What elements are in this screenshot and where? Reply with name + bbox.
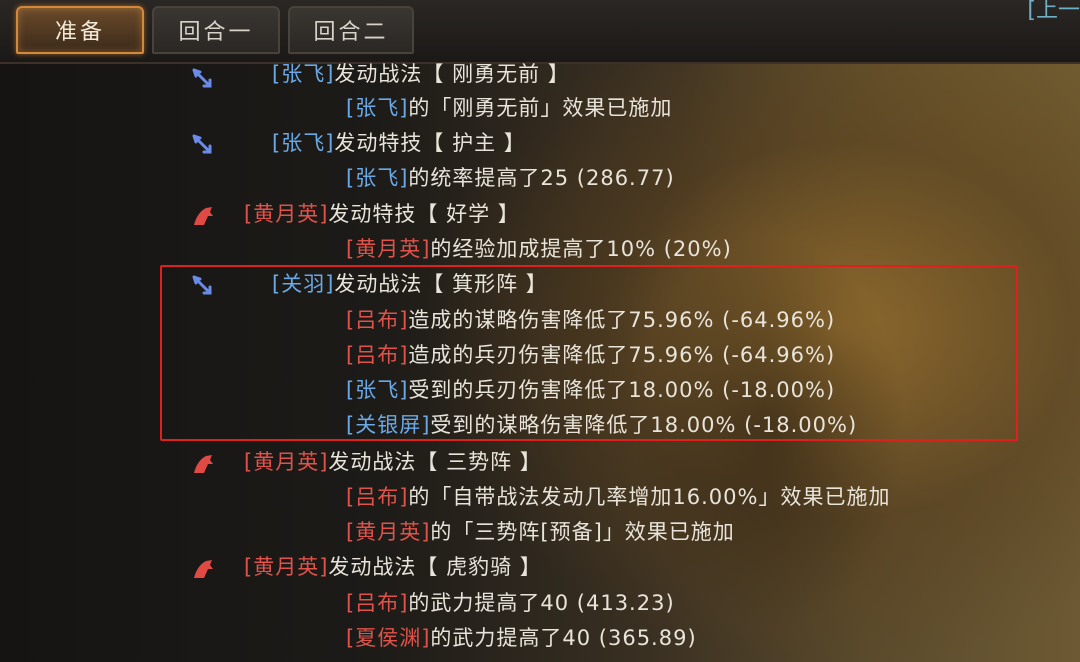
blue-arrow-icon xyxy=(192,68,212,88)
general-name: [吕布] xyxy=(346,591,409,615)
general-name: [吕布] xyxy=(346,485,409,509)
highlight-box xyxy=(160,265,1018,441)
log-line: [黄月英]发动战法【 虎豹骑 】 xyxy=(244,551,542,583)
log-text: 发动战法【 三势阵 】 xyxy=(328,450,542,474)
log-line: [黄月英]的「三势阵[预备]」效果已施加 xyxy=(346,516,735,548)
log-line: [黄月英]的经验加成提高了10% (20%) xyxy=(346,233,732,265)
general-name: [黄月英] xyxy=(244,450,329,474)
general-name: [夏侯渊] xyxy=(346,626,431,650)
red-horse-icon xyxy=(194,560,213,578)
scroll-up-label[interactable]: [上一 xyxy=(1027,0,1080,24)
log-text: 发动特技【 好学 】 xyxy=(328,202,520,226)
tab-prep[interactable]: 准备 xyxy=(16,6,144,54)
log-line: [黄月英]发动战法【 三势阵 】 xyxy=(244,446,542,478)
general-name: [黄月英] xyxy=(346,237,431,261)
log-text: 的统率提高了25 (286.77) xyxy=(408,166,675,190)
general-name: [张飞] xyxy=(272,131,335,155)
log-line: [吕布]的「自带战法发动几率增加16.00%」效果已施加 xyxy=(346,481,890,513)
blue-arrow-icon xyxy=(192,134,212,154)
log-line: [黄月英]发动特技【 好学 】 xyxy=(244,198,520,230)
general-name: [黄月英] xyxy=(244,202,329,226)
log-line: [张飞]的统率提高了25 (286.77) xyxy=(346,162,675,194)
tab-round-1[interactable]: 回合一 xyxy=(152,6,280,54)
general-name: [黄月英] xyxy=(346,520,431,544)
tab-round-2[interactable]: 回合二 xyxy=(288,6,414,54)
log-text: 的「刚勇无前」效果已施加 xyxy=(408,96,673,120)
general-name: [张飞] xyxy=(272,62,335,86)
log-text: 的武力提高了40 (413.23) xyxy=(408,591,675,615)
log-text: 的经验加成提高了10% (20%) xyxy=(430,237,732,261)
log-text: 的武力提高了40 (365.89) xyxy=(430,626,697,650)
red-horse-icon xyxy=(194,207,213,225)
log-line: [吕布]的武力提高了40 (413.23) xyxy=(346,587,675,619)
general-name: [张飞] xyxy=(346,166,409,190)
log-line: [张飞]的「刚勇无前」效果已施加 xyxy=(346,92,672,124)
general-name: [张飞] xyxy=(346,96,409,120)
log-text: 的「自带战法发动几率增加16.00%」效果已施加 xyxy=(408,485,891,509)
log-text: 的「三势阵[预备]」效果已施加 xyxy=(430,520,735,544)
log-line: [夏侯渊]的武力提高了40 (365.89) xyxy=(346,622,697,654)
red-horse-icon xyxy=(194,455,213,473)
general-name: [黄月英] xyxy=(244,555,329,579)
log-text: 发动战法【 虎豹骑 】 xyxy=(328,555,542,579)
log-line: [张飞]发动特技【 护主 】 xyxy=(272,127,526,159)
log-text: 发动战法【 刚勇无前 】 xyxy=(334,62,570,86)
log-text: 发动特技【 护主 】 xyxy=(334,131,526,155)
tab-bar: 准备 回合一 回合二 [上一 xyxy=(0,0,1080,64)
log-line: [张飞]发动战法【 刚勇无前 】 xyxy=(272,58,570,90)
